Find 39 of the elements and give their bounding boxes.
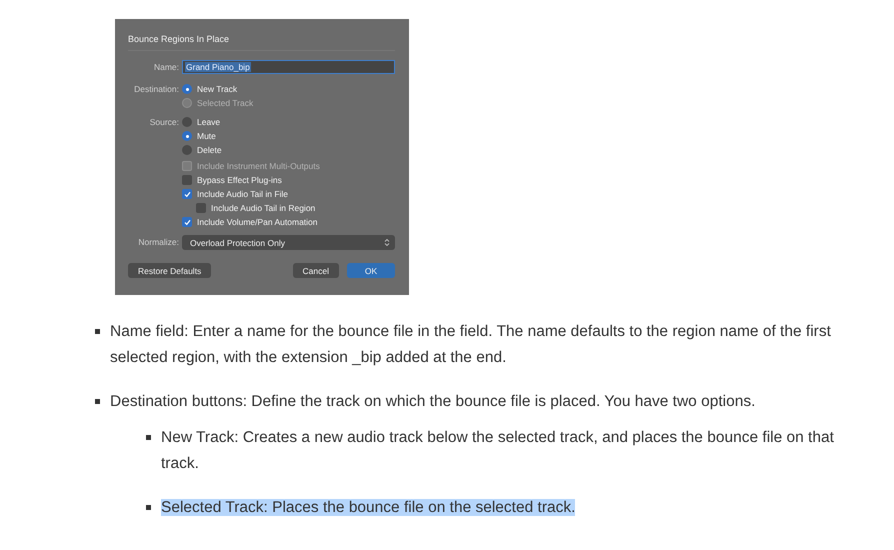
- checkbox-label: Include Instrument Multi-Outputs: [197, 161, 320, 171]
- checkmark-icon: [184, 218, 190, 226]
- field-label: Name:: [152, 61, 179, 74]
- bullet-text: Selected Track: Places the bounce file on the selected track.: [161, 499, 576, 516]
- checkbox-label: Include Volume/Pan Automation: [197, 217, 318, 227]
- checkbox[interactable]: [196, 203, 206, 213]
- radio-label: Selected Track: [197, 98, 254, 108]
- radio-button[interactable]: [182, 84, 192, 94]
- dialog-button[interactable]: Restore Defaults: [128, 263, 212, 278]
- field-label: Source:: [148, 116, 179, 129]
- bullet-text: Name field: Enter a name for the bounce file in the field. The name defaults to the region name of the first selected region, with the extension _bip added at the end.: [110, 323, 831, 366]
- bullet-text: Destination buttons: Define the track on which the bounce file is placed. You have two options.: [110, 393, 756, 410]
- checkbox-label: Include Audio Tail in Region: [211, 203, 316, 213]
- checkbox[interactable]: [182, 175, 192, 185]
- radio-label: Leave: [197, 117, 220, 127]
- field-label: Destination:: [133, 83, 179, 96]
- field-label: Normalize:: [137, 236, 179, 249]
- chevron-updown-icon: [384, 238, 390, 247]
- radio-label: Delete: [197, 145, 222, 155]
- radio-label: Mute: [197, 131, 216, 141]
- dialog-button[interactable]: Cancel: [292, 263, 339, 278]
- checkbox[interactable]: [182, 217, 192, 227]
- name-field[interactable]: Grand Piano_bip: [182, 60, 395, 74]
- checkmark-icon: [184, 190, 190, 198]
- radio-label: New Track: [197, 84, 238, 94]
- radio-button[interactable]: [182, 145, 192, 155]
- bullet-marker: [146, 505, 151, 510]
- checkbox[interactable]: [182, 189, 192, 199]
- ok-button[interactable]: OK: [347, 263, 395, 278]
- bullet-marker: [95, 329, 100, 334]
- bullet-marker: [146, 435, 151, 440]
- normalize-dropdown[interactable]: Overload Protection Only: [182, 235, 395, 250]
- radio-button[interactable]: [182, 117, 192, 127]
- dialog-title: Bounce Regions In Place: [128, 34, 395, 51]
- checkbox-label: Include Audio Tail in File: [197, 189, 288, 199]
- bullet-text: New Track: Creates a new audio track below the selected track, and places the bounce file on that track.: [161, 429, 834, 472]
- checkbox-label: Bypass Effect Plug-ins: [197, 175, 282, 185]
- radio-button[interactable]: [182, 131, 192, 141]
- bullet-marker: [95, 399, 100, 404]
